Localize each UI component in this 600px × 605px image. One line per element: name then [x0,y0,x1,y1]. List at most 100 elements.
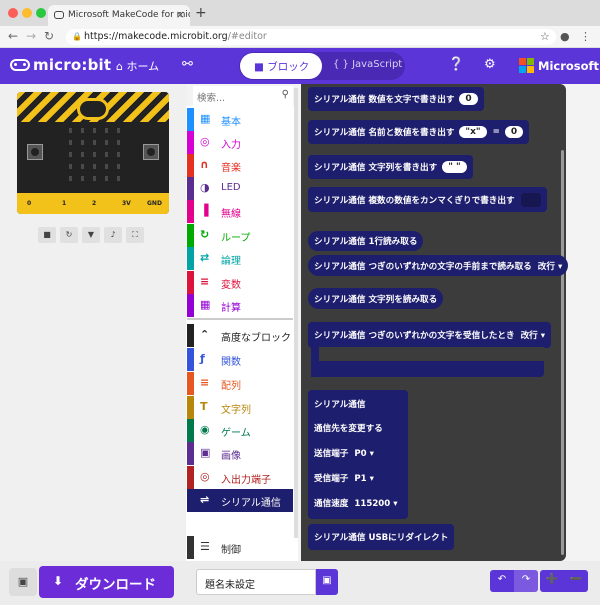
toolbox-search-input[interactable]: 検索... ⚲ [193,86,293,106]
block-read-string-label: シリアル通信 文字列を読み取る [314,294,438,305]
led-pixel [105,152,108,157]
toolbox-category-headphones[interactable]: ∩ 音楽 [187,154,293,177]
close-window-icon[interactable] [8,8,18,18]
toolbox-category-pin[interactable]: ◎ 入出力端子 [187,466,293,489]
logo-text: micro:bit [33,56,112,74]
button-b[interactable] [143,144,159,160]
toolbox-category-image[interactable]: ▣ 画像 [187,442,293,465]
microbit-simulator[interactable]: 0 1 2 3V GND [17,92,169,214]
reload-icon[interactable]: ↻ [44,29,54,43]
redo-button[interactable]: ↷ [514,570,538,592]
toolbox-category-text[interactable]: T 文字列 [187,396,293,419]
block-redirect-serial[interactable]: シリアル通信 通信先を変更する 送信端子 P0 ▾ 受信端子 P1 ▾ 通信速度… [308,390,408,519]
category-color-bar [187,177,194,200]
tab-close-icon[interactable]: × [176,8,185,21]
category-color-bar [187,200,194,223]
minimize-window-icon[interactable] [22,8,32,18]
block-write-value[interactable]: シリアル通信 名前と数値を書き出す "x" = 0 [308,120,530,144]
tx-pin-dropdown[interactable]: P0 ▾ [354,449,374,459]
javascript-tab[interactable]: { } JavaScript [333,59,402,70]
toolbox-category-gamepad[interactable]: ◉ ゲーム [187,419,293,442]
toolbox-category-chevron-up[interactable]: ⌃ 高度なブロック [187,324,293,347]
home-button[interactable]: ⌂ ホーム [116,58,159,74]
rx-pin-dropdown[interactable]: P1 ▾ [354,474,374,484]
zoom-out-button[interactable]: ➖ [564,570,588,592]
number-input[interactable]: 0 [459,93,478,105]
block-read-until-label: シリアル通信 つぎのいずれかの文字の手前まで読み取る [314,261,532,272]
bookmark-star-icon[interactable]: ☆ [540,30,550,43]
url-scheme: https:// [84,31,119,42]
redirect-subtitle: 通信先を変更する [314,424,383,434]
zoom-in-button[interactable]: ➕ [540,570,564,592]
block-redirect-usb[interactable]: シリアル通信 USBにリダイレクト [308,524,455,550]
toolbox-category-shuffle[interactable]: ⇄ 論理 [187,247,293,270]
toolbox-category-grid[interactable]: ▦ 基本 [187,108,293,131]
toolbox-category-usb[interactable]: ⇌ シリアル通信 [187,489,293,512]
pin-0-label[interactable]: 0 [27,200,31,207]
value-input[interactable]: 0 [504,126,524,138]
category-color-bar [187,419,194,442]
project-name-input[interactable]: 題名未設定 [196,569,316,595]
help-icon[interactable]: ❔ [448,57,464,72]
category-label: 基本 [221,117,241,128]
shuffle-icon: ⇄ [200,251,210,264]
undo-button[interactable]: ↶ [490,570,514,592]
block-read-until[interactable]: シリアル通信 つぎのいずれかの文字の手前まで読み取る 改行 ▾ [308,255,569,276]
led-pixel [81,176,84,181]
block-read-string[interactable]: シリアル通信 文字列を読み取る [308,288,444,309]
maximize-window-icon[interactable] [36,8,46,18]
pin-2-label[interactable]: 2 [92,200,96,207]
pin-1-label[interactable]: 1 [62,200,66,207]
toolbox-category-signal[interactable]: ▐ 無線 [187,200,293,223]
toolbox-category-toggle[interactable]: ◑ LED [187,177,293,200]
browser-tab[interactable]: Microsoft MakeCode for micro × [48,5,190,26]
toolbox-category-array[interactable]: ≡ 配列 [187,372,293,395]
toolbox-category-target[interactable]: ◎ 入力 [187,131,293,154]
led-pixel [81,140,84,145]
new-tab-button[interactable]: + [195,5,207,21]
toolbox-category-loop[interactable]: ↻ ループ [187,224,293,247]
download-button[interactable]: ⬇ ダウンロード [39,566,174,598]
collapse-simulator-button[interactable]: ▣ [9,568,37,596]
block-write-string[interactable]: シリアル通信 文字列を書き出す " " [308,155,473,179]
stop-icon[interactable]: ■ [38,227,56,243]
browser-menu-icon[interactable]: ⋮ [580,30,591,43]
led-pixel [93,164,96,169]
save-button[interactable]: ▣ [316,569,338,595]
restart-icon[interactable]: ↻ [60,227,78,243]
blocks-tab[interactable]: ■ ブロック [240,53,322,79]
block-write-number[interactable]: シリアル通信 数値を文字で書き出す 0 [308,87,484,111]
mute-icon[interactable]: ♪ [104,227,122,243]
toolbox-scrollbar[interactable] [294,88,298,538]
profile-icon[interactable]: ● [560,30,570,43]
microbit-logo[interactable]: micro:bit [10,56,111,74]
toolbox-category-function[interactable]: ƒ 関数 [187,348,293,371]
gamepad-icon: ◉ [200,423,210,436]
url-field[interactable]: 🔒 https://makecode.microbit.org/#editor [66,29,556,45]
fullscreen-icon[interactable]: ⛶ [126,227,144,243]
block-read-line[interactable]: シリアル通信 1行読み取る [308,231,424,251]
toolbox-category-control[interactable]: ☰ 制御 [187,536,293,559]
microsoft-logo[interactable]: Microsoft [519,58,599,73]
redirect-title: シリアル通信 [314,400,366,410]
name-input[interactable]: "x" [459,126,487,138]
toolbox-category-calculator[interactable]: ▦ 計算 [187,294,293,317]
received-delimiter-dropdown[interactable]: 改行 ▾ [521,329,546,341]
browser-tab-bar: Microsoft MakeCode for micro × + [0,0,600,26]
back-arrow-icon[interactable]: ← [8,29,18,43]
share-icon[interactable]: ⚯ [182,57,193,72]
block-write-numbers[interactable]: シリアル通信 複数の数値をカンマくぎりで書き出す [308,187,547,212]
forward-arrow-icon[interactable]: → [26,29,36,43]
array-slot[interactable] [520,192,541,207]
led-pixel [105,128,108,133]
flyout-scrollbar[interactable] [561,150,564,555]
slow-mo-icon[interactable]: ▼ [82,227,100,243]
button-a[interactable] [27,144,43,160]
baud-rate-dropdown[interactable]: 115200 ▾ [354,499,397,509]
delimiter-dropdown[interactable]: 改行 ▾ [538,260,563,272]
string-input[interactable]: " " [442,161,467,173]
block-on-data-received[interactable]: シリアル通信 つぎのいずれかの文字を受信したとき 改行 ▾ [308,322,552,348]
toolbox-category-list[interactable]: ≡ 変数 [187,271,293,294]
gear-icon[interactable]: ⚙ [484,57,496,72]
toolbox-category-dots[interactable]: ⋯ more [195,513,293,536]
